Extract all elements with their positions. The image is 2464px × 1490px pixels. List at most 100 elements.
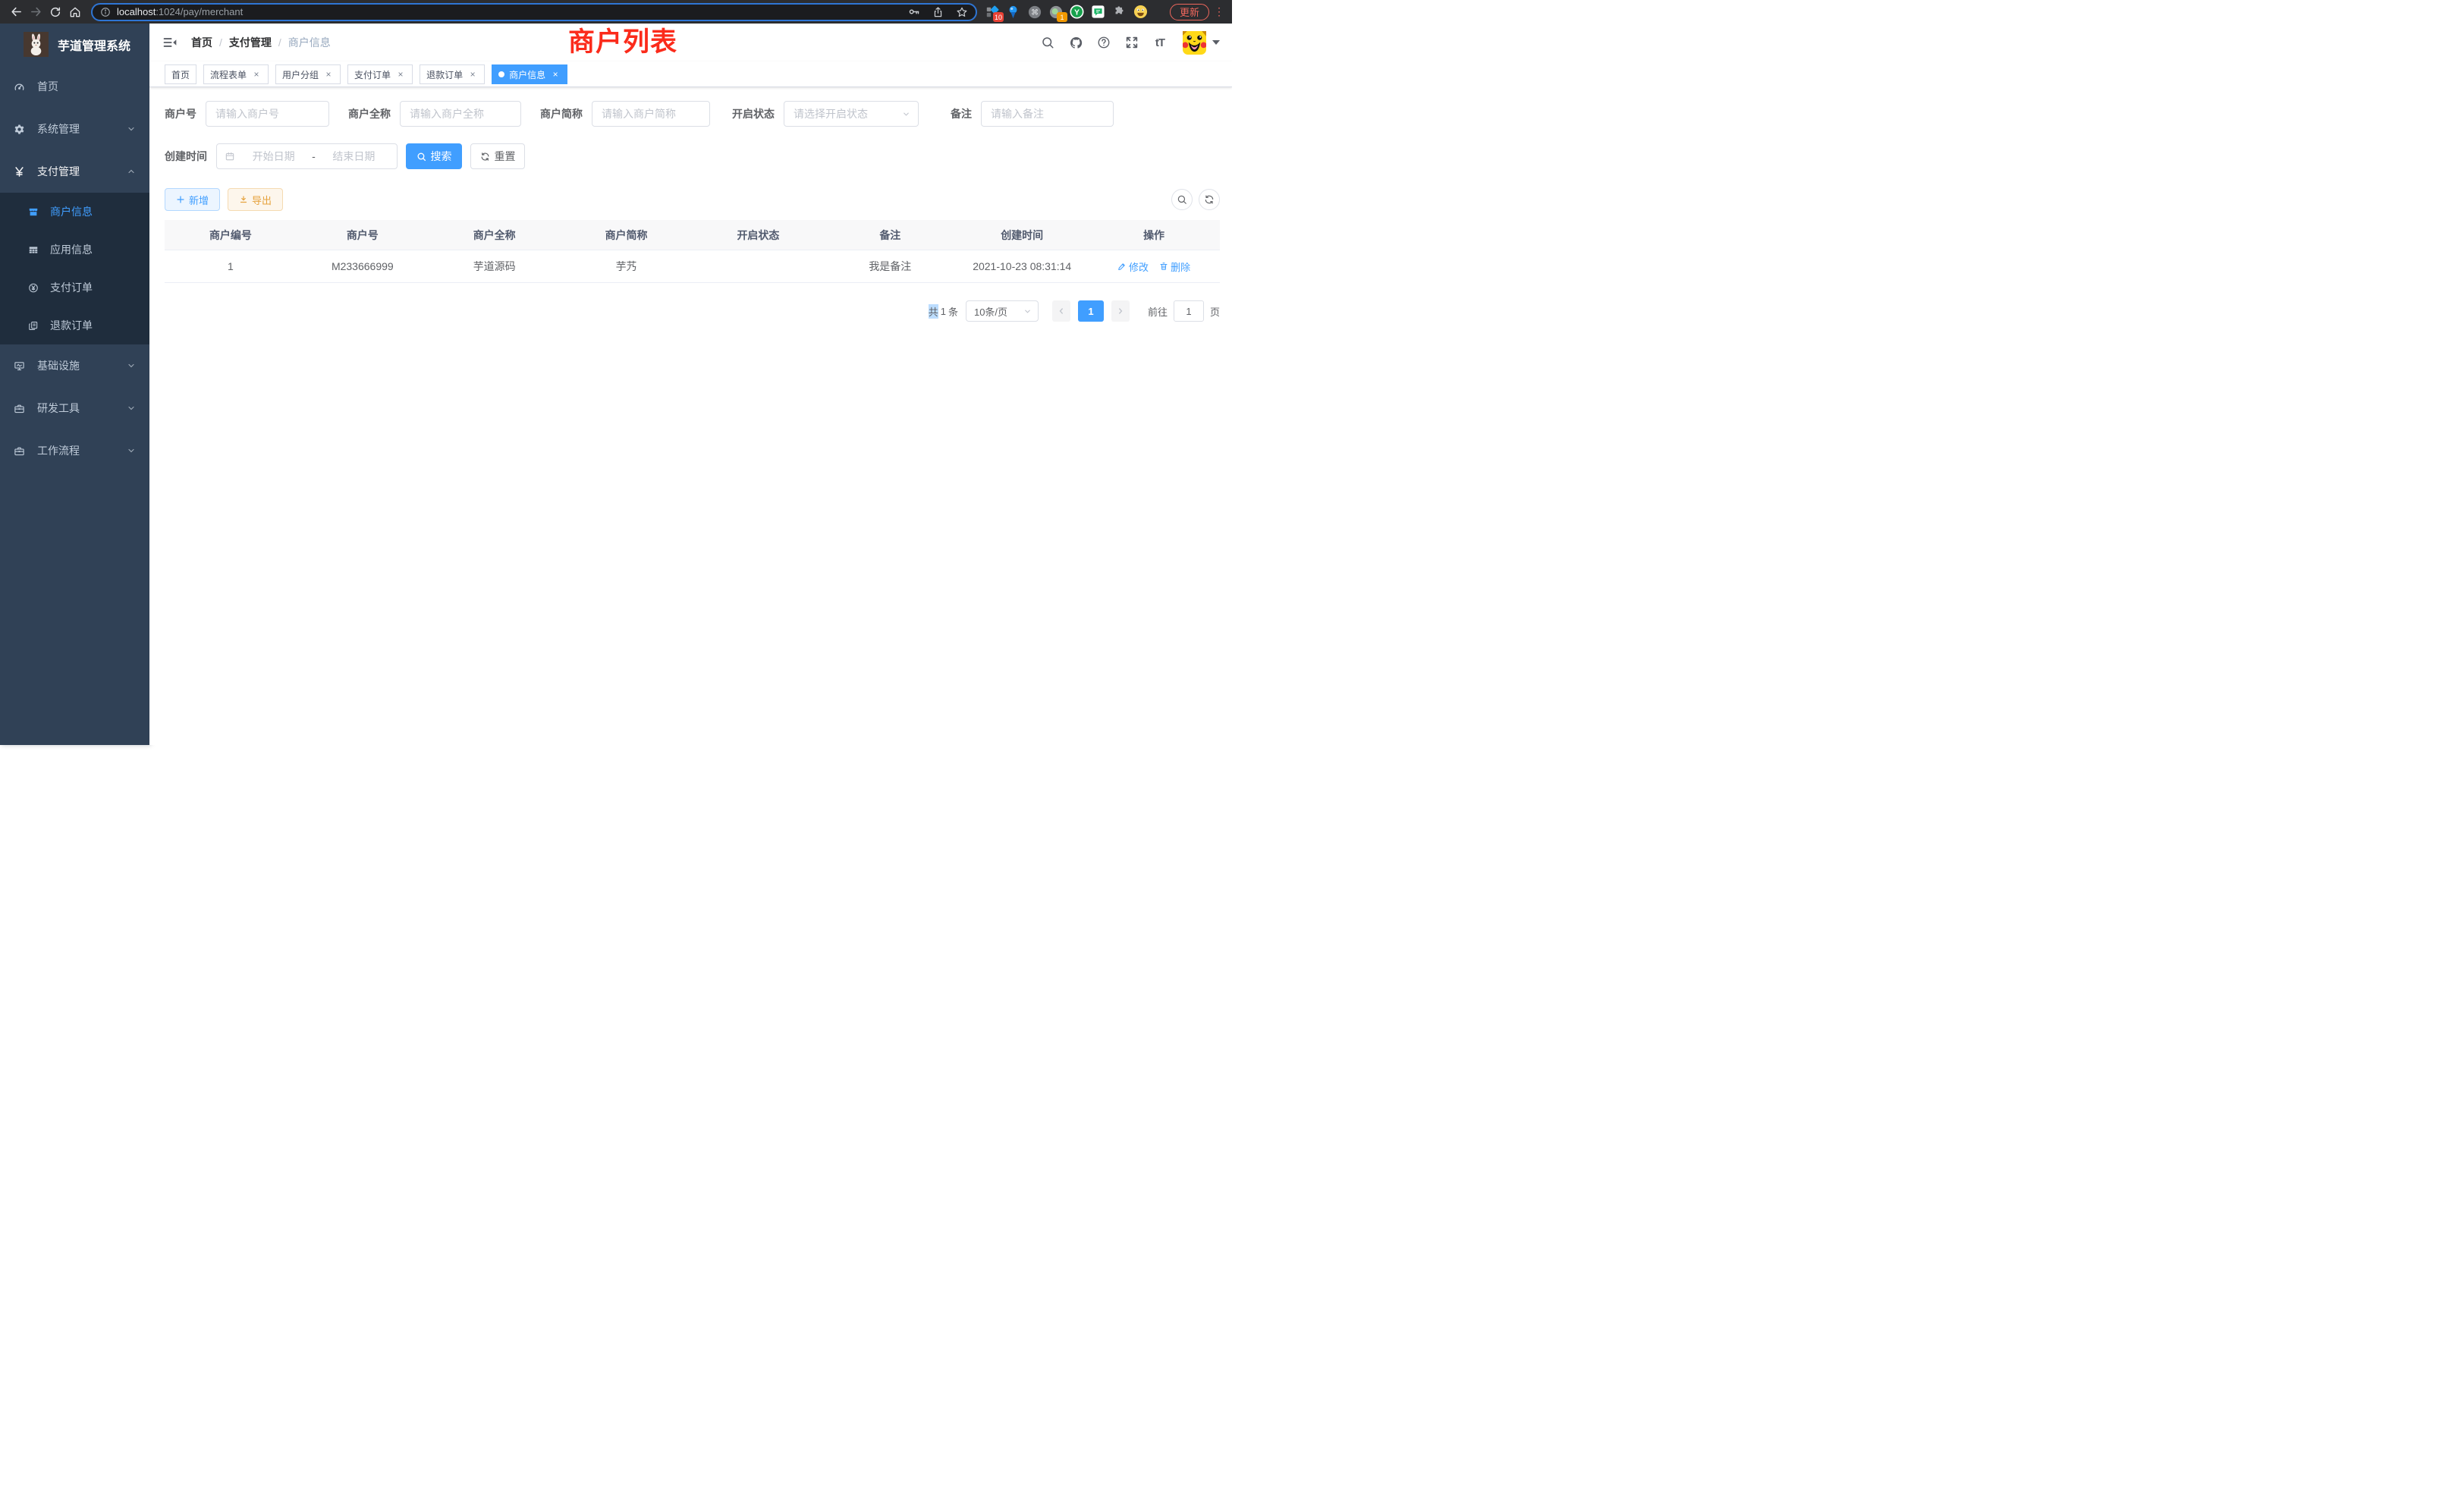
password-key-icon[interactable]: [907, 5, 920, 18]
status-select[interactable]: 请选择开启状态: [784, 101, 919, 127]
cell-merchant-id: 1: [165, 260, 297, 272]
sidebar: 芋道管理系统 首页 系统管理 支付管理: [0, 24, 149, 745]
merchant-short-name-input[interactable]: [592, 101, 710, 127]
address-bar[interactable]: localhost:1024/pay/merchant: [91, 3, 977, 21]
yen-circle-icon: [28, 282, 39, 294]
browser-update-button[interactable]: 更新: [1170, 4, 1209, 20]
share-icon[interactable]: [932, 6, 944, 18]
sidebar-item-workflow[interactable]: 工作流程: [0, 429, 149, 472]
refresh-table-button[interactable]: [1199, 189, 1220, 210]
browser-home-icon[interactable]: [65, 2, 85, 22]
help-icon[interactable]: [1095, 34, 1112, 51]
goto-page-input[interactable]: [1174, 300, 1204, 322]
breadcrumb-home[interactable]: 首页: [191, 35, 212, 50]
add-button[interactable]: 新增: [165, 188, 220, 211]
close-tab-icon[interactable]: ×: [323, 69, 334, 80]
tab-merchant-info[interactable]: 商户信息×: [492, 64, 567, 84]
fullscreen-icon[interactable]: [1124, 34, 1140, 51]
caret-down-icon: [1212, 40, 1220, 45]
prev-page-button[interactable]: [1052, 300, 1070, 322]
page-unit-label: 页: [1210, 304, 1220, 319]
header-search-icon[interactable]: [1039, 34, 1056, 51]
browser-back-icon[interactable]: [6, 2, 26, 22]
extension-tabs-icon[interactable]: 10: [985, 5, 999, 19]
sidebar-item-infrastructure[interactable]: 基础设施: [0, 344, 149, 387]
browser-forward-icon[interactable]: [26, 2, 46, 22]
pagination: 共 1 条 10条/页 1 前往 页: [149, 300, 1220, 322]
merchant-short-name-label: 商户简称: [540, 106, 583, 121]
logo-rabbit-avatar: [24, 32, 49, 57]
breadcrumb-payment[interactable]: 支付管理: [229, 35, 272, 50]
delete-link[interactable]: 删除: [1159, 259, 1190, 274]
sidebar-item-merchant-info[interactable]: 商户信息: [0, 193, 149, 231]
sidebar-item-refund-order[interactable]: 退款订单: [0, 306, 149, 344]
merchant-no-input[interactable]: [206, 101, 329, 127]
profile-emoji-icon[interactable]: [1133, 5, 1148, 19]
extension-pin-icon[interactable]: [1006, 5, 1020, 19]
close-tab-icon[interactable]: ×: [550, 69, 561, 80]
sidebar-item-label: 支付订单: [50, 280, 93, 295]
create-time-range-picker[interactable]: 开始日期 - 结束日期: [216, 143, 398, 169]
github-icon[interactable]: [1067, 34, 1084, 51]
column-header: 创建时间: [956, 228, 1088, 243]
search-button[interactable]: 搜索: [406, 143, 462, 169]
reset-button[interactable]: 重置: [470, 143, 525, 169]
extension-command-icon[interactable]: ⌘: [1027, 5, 1042, 19]
browser-menu-icon[interactable]: ⋮: [1212, 5, 1226, 18]
sidebar-item-label: 支付管理: [37, 164, 80, 179]
chevron-down-icon: [127, 404, 136, 413]
calendar-icon: [225, 151, 235, 162]
font-size-icon[interactable]: tT: [1152, 34, 1168, 51]
column-header: 商户简称: [561, 228, 693, 243]
close-tab-icon[interactable]: ×: [395, 69, 406, 80]
browser-reload-icon[interactable]: [46, 2, 65, 22]
breadcrumb-separator: /: [219, 36, 222, 49]
extension-recorder-icon[interactable]: 1: [1048, 5, 1063, 19]
edit-link[interactable]: 修改: [1117, 259, 1149, 274]
close-tab-icon[interactable]: ×: [251, 69, 262, 80]
user-avatar-menu[interactable]: [1183, 31, 1220, 55]
end-date-placeholder: 结束日期: [319, 149, 389, 164]
merchant-full-name-label: 商户全称: [348, 106, 391, 121]
cell-create-time: 2021-10-23 08:31:14: [956, 260, 1088, 272]
show-search-toggle-button[interactable]: [1171, 189, 1193, 210]
export-button[interactable]: 导出: [228, 188, 283, 211]
grid-table-icon: [28, 244, 39, 256]
breadcrumb-separator: /: [278, 36, 281, 49]
search-icon: [1177, 194, 1187, 205]
tab-home[interactable]: 首页: [165, 64, 196, 84]
column-header: 操作: [1088, 228, 1220, 243]
tab-process-form[interactable]: 流程表单×: [203, 64, 269, 84]
sidebar-item-home[interactable]: 首页: [0, 65, 149, 108]
sidebar-item-app-info[interactable]: 应用信息: [0, 231, 149, 269]
document-copy-icon: [28, 320, 39, 332]
sidebar-item-dev-tools[interactable]: 研发工具: [0, 387, 149, 429]
column-header: 商户号: [297, 228, 429, 243]
next-page-button[interactable]: [1111, 300, 1130, 322]
close-tab-icon[interactable]: ×: [467, 69, 478, 80]
tab-user-group[interactable]: 用户分组×: [275, 64, 341, 84]
column-header: 商户编号: [165, 228, 297, 243]
page-size-select[interactable]: 10条/页: [966, 300, 1039, 322]
cell-full-name: 芋道源码: [429, 259, 561, 274]
sidebar-item-label: 首页: [37, 79, 58, 94]
breadcrumb-current: 商户信息: [288, 35, 331, 50]
merchant-full-name-input[interactable]: [400, 101, 521, 127]
site-info-icon[interactable]: [100, 7, 111, 17]
sidebar-item-payment[interactable]: 支付管理: [0, 150, 149, 193]
dashboard-icon: [14, 81, 25, 93]
sidebar-item-system[interactable]: 系统管理: [0, 108, 149, 150]
page-number-1[interactable]: 1: [1078, 300, 1104, 322]
tab-pay-order[interactable]: 支付订单×: [347, 64, 413, 84]
remark-input[interactable]: [981, 101, 1114, 127]
tab-refund-order[interactable]: 退款订单×: [420, 64, 485, 84]
chevron-down-icon: [127, 124, 136, 134]
extensions-puzzle-icon[interactable]: [1112, 5, 1127, 19]
extension-chat-icon[interactable]: [1091, 5, 1105, 19]
app-header: 首页 / 支付管理 / 商户信息 tT: [149, 24, 1232, 61]
sidebar-collapse-icon[interactable]: [162, 34, 178, 51]
sidebar-item-pay-order[interactable]: 支付订单: [0, 269, 149, 306]
bookmark-star-icon[interactable]: [956, 6, 968, 18]
extension-y-icon[interactable]: Y: [1070, 5, 1084, 19]
app-logo[interactable]: 芋道管理系统: [0, 24, 149, 65]
